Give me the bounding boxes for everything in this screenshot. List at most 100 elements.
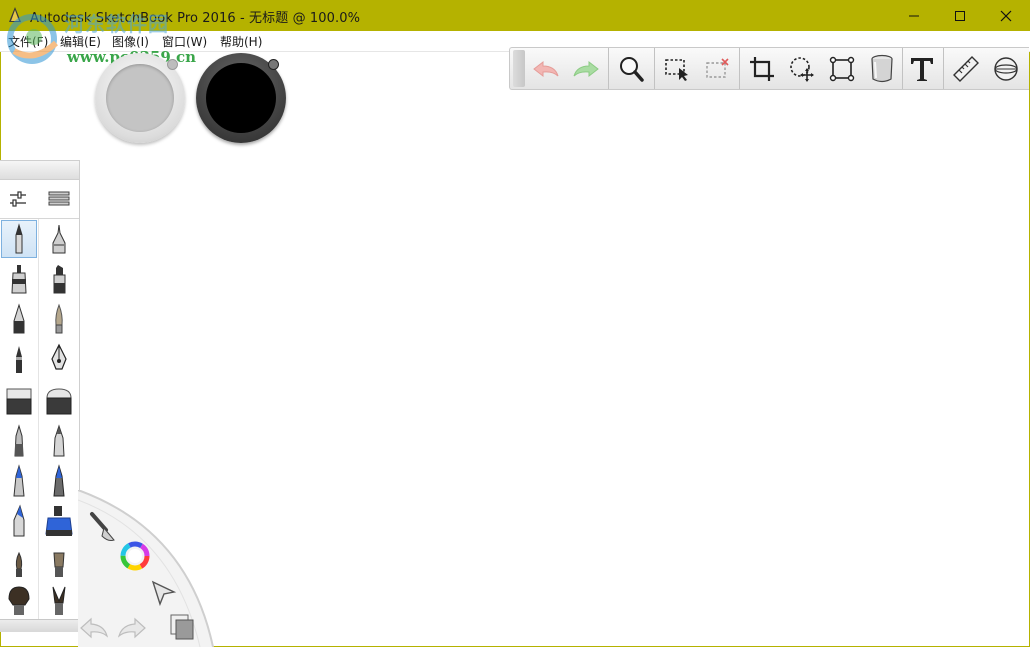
redo-icon (117, 617, 146, 639)
brush-marker[interactable] (1, 260, 37, 298)
brush-blue-pen[interactable] (41, 462, 77, 500)
ellipse-guide-icon (994, 56, 1018, 81)
brush-airbrush-soft[interactable] (41, 422, 77, 460)
brush-palette-footer[interactable] (0, 619, 79, 632)
watermark-logo (7, 14, 59, 64)
felt-pen-icon (16, 346, 22, 373)
brush-library-icon (48, 191, 70, 206)
redo-arrow-icon (573, 60, 599, 77)
puck-swap-dot-icon (167, 59, 178, 70)
brush-calligraphy-nib[interactable] (41, 340, 77, 378)
zoom-button[interactable] (611, 48, 651, 89)
lagoon-undo-button[interactable] (78, 615, 110, 646)
marker-icon (11, 265, 27, 294)
crop-button[interactable] (742, 48, 782, 89)
brush-airbrush[interactable] (1, 422, 37, 460)
ellipse-guide-button[interactable] (986, 48, 1026, 89)
primary-color-puck[interactable] (196, 53, 286, 143)
text-button[interactable] (902, 48, 942, 89)
calligraphy-nib-icon (51, 343, 67, 370)
maximize-button[interactable] (937, 0, 983, 31)
undo-icon (80, 617, 109, 639)
lagoon-brush-button[interactable] (86, 510, 116, 549)
hard-eraser-icon (6, 388, 32, 415)
brush-palette-header[interactable] (0, 161, 79, 180)
deselect-icon (706, 57, 729, 78)
brush-properties-button[interactable] (8, 190, 28, 213)
main-toolbar (509, 47, 1029, 90)
deselect-button[interactable] (697, 48, 737, 89)
fine-brush-icon (55, 303, 63, 334)
select-button[interactable] (657, 48, 697, 89)
text-icon (911, 57, 933, 81)
brush-soft-eraser[interactable] (41, 382, 77, 420)
ruler-button[interactable] (946, 48, 986, 89)
lagoon-color-button[interactable] (120, 541, 150, 576)
brush-chisel-marker[interactable] (41, 260, 77, 298)
brush-palette-tools (0, 180, 79, 219)
brush-detail-brush[interactable] (41, 581, 77, 619)
transform-button[interactable] (822, 48, 862, 89)
lagoon-pointer-button[interactable] (150, 578, 178, 611)
brush-fine-brush[interactable] (41, 300, 77, 338)
undo-button[interactable] (526, 48, 566, 89)
undo-arrow-icon (533, 60, 559, 77)
airbrush-soft-icon (53, 424, 65, 457)
brush-hard-eraser[interactable] (1, 382, 37, 420)
close-icon (1000, 10, 1012, 21)
brush-paint-brush[interactable] (1, 544, 37, 582)
ink-bottle-icon (45, 506, 73, 536)
brush-felt-pen[interactable] (1, 340, 37, 378)
puck-swap-dot-icon (268, 59, 279, 70)
fan-brush-icon (8, 586, 30, 615)
brush-ink-bottle[interactable] (41, 502, 77, 540)
redo-button[interactable] (566, 48, 606, 89)
lagoon-redo-button[interactable] (116, 615, 148, 646)
secondary-color-swatch (106, 64, 174, 132)
brush-pencil[interactable] (1, 220, 37, 258)
transform-icon (829, 56, 855, 81)
brush-grid-divider (38, 219, 39, 619)
detail-brush-icon (52, 586, 66, 615)
lagoon-layers-button[interactable] (168, 612, 196, 645)
soft-eraser-icon (46, 388, 72, 415)
minimize-button[interactable] (891, 0, 937, 31)
blue-pen-icon (53, 464, 65, 497)
paint-brush-icon (15, 551, 23, 577)
primary-color-swatch (206, 63, 276, 133)
flat-brush-icon (53, 552, 65, 577)
brush-library-button[interactable] (48, 190, 70, 213)
airbrush-icon (14, 424, 24, 457)
secondary-color-puck[interactable] (95, 53, 185, 143)
pointer-icon (151, 580, 177, 607)
brush-blue-marker[interactable] (1, 462, 37, 500)
brush-ballpoint-pen[interactable] (1, 300, 37, 338)
brush-technical-pen[interactable] (41, 220, 77, 258)
color-wheel-icon (120, 541, 150, 571)
brush-palette (0, 160, 80, 632)
ballpoint-pen-icon (13, 303, 25, 334)
toolbar-grip[interactable] (513, 50, 525, 87)
close-button[interactable] (983, 0, 1029, 31)
lasso-move-button[interactable] (782, 48, 822, 89)
brush-grid (0, 219, 79, 619)
fill-button[interactable] (862, 48, 902, 89)
watermark-site-name: 河东软件园 (64, 12, 169, 36)
marquee-select-icon (665, 58, 688, 81)
brush-blue-airbrush[interactable] (1, 502, 37, 540)
brush-flat-brush[interactable] (41, 544, 77, 582)
technical-pen-icon (52, 224, 66, 254)
brush-icon (90, 512, 115, 541)
menu-help[interactable]: 帮助(H) (220, 33, 262, 50)
magnifier-icon (620, 56, 644, 82)
ruler-icon (953, 55, 979, 82)
brush-fan-brush[interactable] (1, 581, 37, 619)
pencil-icon (15, 223, 23, 254)
blue-marker-icon (13, 464, 25, 497)
blue-airbrush-icon (13, 504, 25, 537)
chisel-marker-icon (53, 265, 66, 294)
lasso-move-icon (790, 56, 814, 82)
maximize-icon (955, 10, 965, 21)
layers-icon (170, 614, 194, 640)
brush-properties-icon (10, 191, 26, 207)
